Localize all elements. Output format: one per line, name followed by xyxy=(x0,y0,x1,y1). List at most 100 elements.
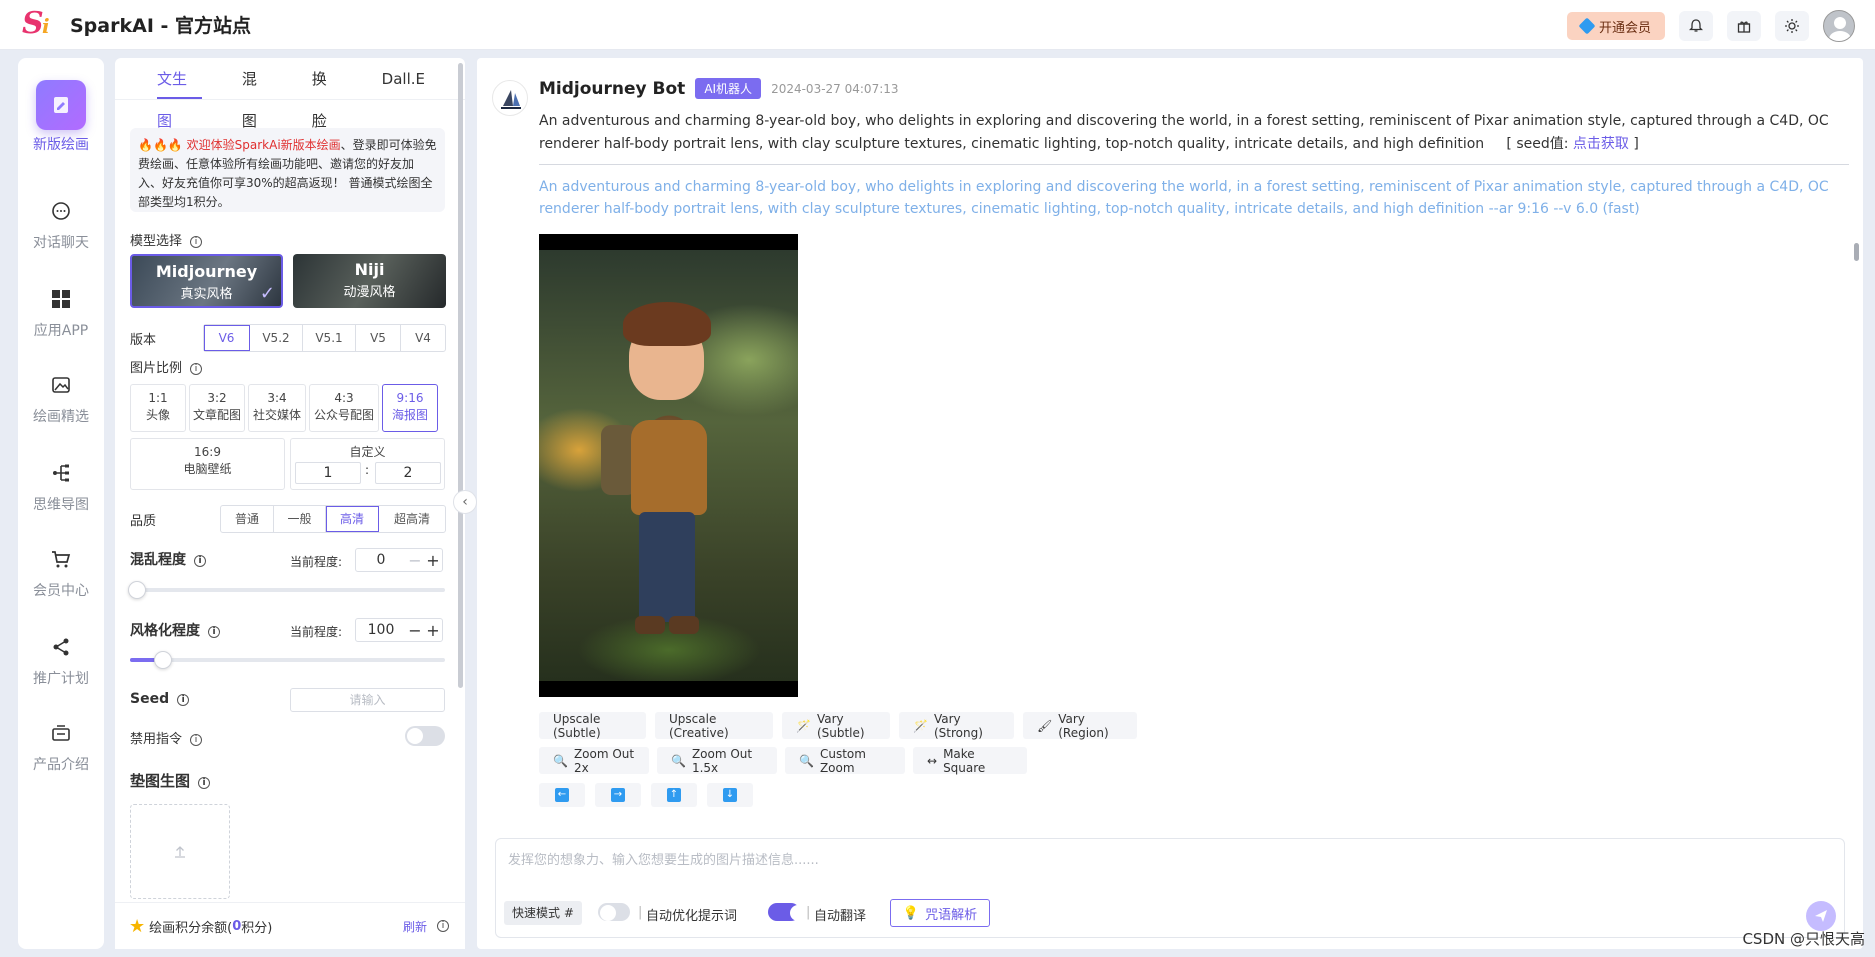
custom-zoom-button[interactable]: 🔍 Custom Zoom xyxy=(785,747,905,775)
info-icon[interactable]: i xyxy=(190,236,203,248)
nav-item-new-drawing[interactable]: 新版绘画 xyxy=(18,80,104,154)
chaos-stepper[interactable]: 0 − + xyxy=(355,548,443,572)
plus-icon[interactable]: + xyxy=(424,621,442,640)
refresh-link[interactable]: 刷新 xyxy=(403,918,427,935)
ratio-4-3[interactable]: 4:3 公众号配图 xyxy=(309,384,379,432)
vary-subtle-button[interactable]: 🪄 Vary (Subtle) xyxy=(782,712,890,740)
vip-button[interactable]: 开通会员 xyxy=(1566,12,1665,40)
auto-optimize-label: 自动优化提示词 xyxy=(646,909,738,924)
nav-item-mindmap[interactable]: 思维导图 xyxy=(18,458,104,514)
plus-icon[interactable]: + xyxy=(424,551,442,570)
collapse-panel-button[interactable]: ‹ xyxy=(453,490,477,514)
quality-hd[interactable]: 高清 xyxy=(326,506,379,532)
ratio-3-2[interactable]: 3:2 文章配图 xyxy=(189,384,245,432)
ratio-9-16[interactable]: 9:16 海报图 xyxy=(382,384,438,432)
arrow-up-icon: ↑ xyxy=(667,788,681,802)
stylize-slider-handle[interactable] xyxy=(154,651,172,669)
version-v5-1[interactable]: V5.1 xyxy=(303,325,356,351)
generated-image[interactable] xyxy=(539,234,798,697)
pan-up-button[interactable]: ↑ xyxy=(651,783,697,807)
arrow-right-icon: → xyxy=(611,788,625,802)
quality-uhd[interactable]: 超高清 xyxy=(379,506,445,532)
info-icon[interactable]: i xyxy=(437,920,449,932)
version-v5[interactable]: V5 xyxy=(356,325,401,351)
stylize-value: 100 xyxy=(367,622,395,638)
upload-area[interactable] xyxy=(130,804,230,899)
seed-input[interactable]: 请输入 xyxy=(290,688,445,712)
upscale-creative-button[interactable]: Upscale (Creative) xyxy=(655,712,773,740)
info-icon[interactable]: i xyxy=(177,694,190,706)
user-avatar[interactable] xyxy=(1823,10,1855,42)
theme-toggle-button[interactable] xyxy=(1775,11,1809,41)
version-v6[interactable]: V6 xyxy=(204,325,250,351)
ban-toggle[interactable] xyxy=(405,726,445,746)
nav-item-promotion[interactable]: 推广计划 xyxy=(18,632,104,688)
send-button[interactable] xyxy=(1806,901,1836,931)
send-icon xyxy=(1815,910,1827,922)
model-niji[interactable]: Niji 动漫风格 xyxy=(293,254,446,308)
brush-icon: 🖌 xyxy=(1037,718,1053,733)
tab-dalle[interactable]: Dall.E xyxy=(382,58,445,99)
pan-left-button[interactable]: ← xyxy=(539,783,585,807)
tab-face-swap[interactable]: 换脸 xyxy=(312,58,362,130)
version-v5-2[interactable]: V5.2 xyxy=(250,325,303,351)
info-icon[interactable]: i xyxy=(198,777,211,789)
stylize-stepper[interactable]: 100 − + xyxy=(355,618,443,642)
spell-analysis-button[interactable]: 💡 咒语解析 xyxy=(890,899,990,927)
nav-item-product-intro[interactable]: 产品介绍 xyxy=(18,718,104,774)
get-seed-link[interactable]: 点击获取 xyxy=(1573,136,1629,152)
ratio-3-4[interactable]: 3:4 社交媒体 xyxy=(248,384,306,432)
gift-icon xyxy=(1737,21,1751,33)
info-icon[interactable]: i xyxy=(190,363,203,375)
chaos-value: 0 xyxy=(376,552,386,568)
product-icon xyxy=(46,718,76,748)
notification-button[interactable] xyxy=(1679,11,1713,41)
stylize-slider[interactable] xyxy=(130,651,445,669)
info-icon[interactable]: i xyxy=(208,626,220,638)
custom-width-input[interactable]: 1 xyxy=(295,462,361,484)
magnifier-icon: 🔍 xyxy=(553,753,568,768)
quality-medium[interactable]: 一般 xyxy=(274,506,326,532)
tab-text-to-image[interactable]: 文生图 xyxy=(157,58,222,130)
pan-right-button[interactable]: → xyxy=(595,783,641,807)
custom-height-input[interactable]: 2 xyxy=(375,462,441,484)
ratio-label: 图片比例 i xyxy=(130,357,203,376)
vary-region-button[interactable]: 🖌 Vary (Region) xyxy=(1023,712,1137,740)
gift-button[interactable] xyxy=(1727,11,1761,41)
vary-strong-button[interactable]: 🪄 Vary (Strong) xyxy=(899,712,1014,740)
minus-icon[interactable]: − xyxy=(406,551,424,570)
chaos-slider-handle[interactable] xyxy=(128,581,146,599)
version-v4[interactable]: V4 xyxy=(401,325,445,351)
nav-item-chat[interactable]: 对话聊天 xyxy=(18,196,104,252)
pad-image-label: 垫图生图 i xyxy=(130,770,211,791)
minus-icon[interactable]: − xyxy=(406,621,424,640)
tab-blend[interactable]: 混图 xyxy=(242,58,292,130)
zoom-out-1-5x-button[interactable]: 🔍 Zoom Out 1.5x xyxy=(657,747,777,775)
watermark: CSDN @只恨天高 xyxy=(1742,930,1865,948)
nav-item-apps[interactable]: 应用APP xyxy=(18,284,104,340)
chaos-slider[interactable] xyxy=(128,581,445,599)
quality-normal[interactable]: 普通 xyxy=(221,506,274,532)
model-midjourney[interactable]: Midjourney 真实风格 ✓ xyxy=(130,254,283,308)
ratio-1-1[interactable]: 1:1 头像 xyxy=(130,384,186,432)
zoom-out-2x-button[interactable]: 🔍 Zoom Out 2x xyxy=(539,747,649,775)
info-icon[interactable]: i xyxy=(190,734,203,746)
app-logo[interactable]: S i xyxy=(22,6,56,42)
nav-item-gallery[interactable]: 绘画精选 xyxy=(18,370,104,426)
chat-scrollbar[interactable] xyxy=(1854,243,1859,261)
ratio-16-9[interactable]: 16:9 电脑壁纸 xyxy=(130,438,285,490)
pan-down-button[interactable]: ↓ xyxy=(707,783,753,807)
make-square-button[interactable]: ↔ Make Square xyxy=(913,747,1027,775)
version-label: 版本 xyxy=(130,333,157,348)
bulb-icon: 💡 xyxy=(902,905,920,921)
auto-translate-toggle[interactable] xyxy=(768,903,806,921)
prompt-input[interactable]: 发挥您的想象力、输入您想要生成的图片描述信息...... xyxy=(508,849,819,868)
auto-optimize-toggle[interactable] xyxy=(598,903,630,921)
fast-mode-chip[interactable]: 快速模式 # xyxy=(504,901,582,925)
prompt-composer[interactable]: 发挥您的想象力、输入您想要生成的图片描述信息...... 快速模式 # | 自动… xyxy=(495,838,1845,938)
nav-item-membership[interactable]: 会员中心 xyxy=(18,544,104,600)
panel-scrollbar[interactable] xyxy=(458,63,463,688)
upscale-subtle-button[interactable]: Upscale (Subtle) xyxy=(539,712,646,740)
info-icon[interactable]: i xyxy=(194,555,206,567)
notice-box: 🔥🔥🔥 欢迎体验SparkAi新版本绘画、登录即可体验免费绘画、任意体验所有绘画… xyxy=(130,128,445,212)
